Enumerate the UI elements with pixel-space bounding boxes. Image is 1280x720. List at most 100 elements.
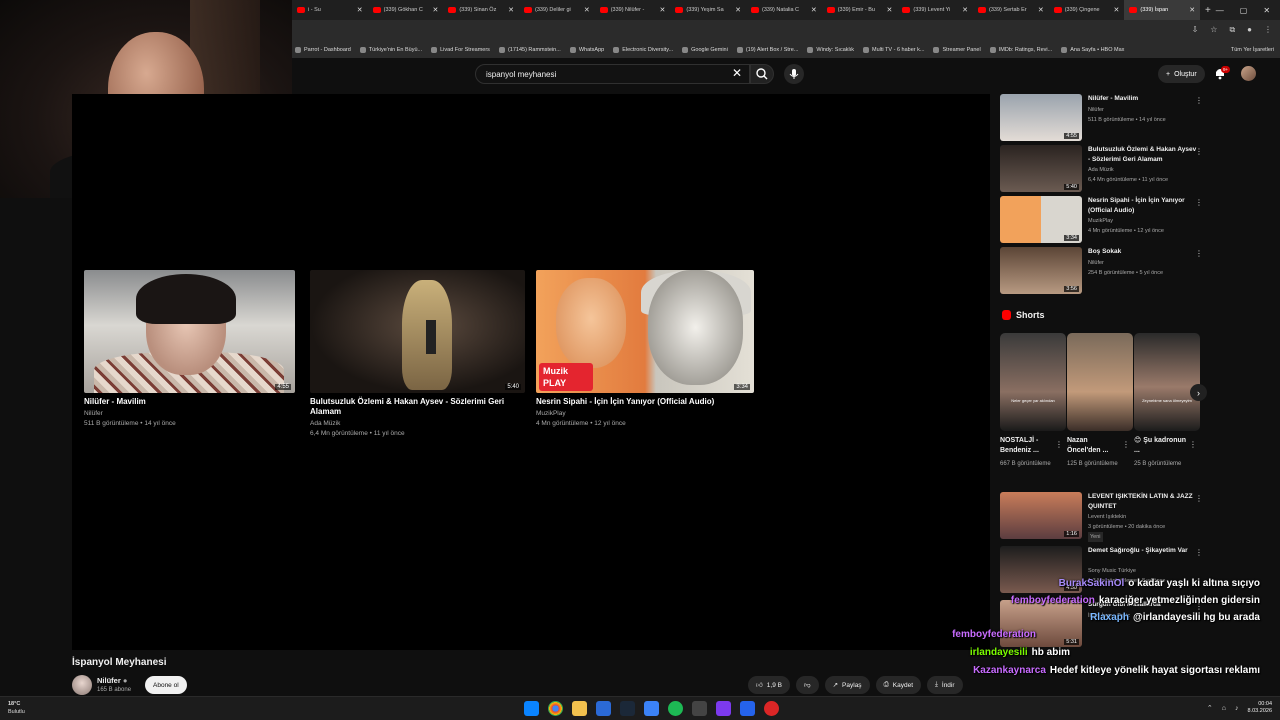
app-icon[interactable]: [716, 701, 731, 716]
maximize-icon[interactable]: ▢: [1240, 6, 1248, 15]
star-icon[interactable]: ☆: [1210, 25, 1217, 35]
recommended-video[interactable]: 3:34 Nesrin Sipahi - İçin İçin Yanıyor (O…: [1000, 196, 1210, 244]
more-options-icon[interactable]: ⋮: [1122, 440, 1130, 449]
channel-name[interactable]: MuzikPlay: [1088, 216, 1113, 226]
search-button[interactable]: [750, 64, 774, 84]
video-title[interactable]: LEVENT IŞIKTEKİN LATIN & JAZZ QUINTET: [1088, 492, 1198, 511]
bookmark-item[interactable]: Windy: Sıcaklık: [807, 47, 854, 53]
browser-tab[interactable]: (339) Emir - Bu ✕: [822, 0, 898, 20]
clear-search-icon[interactable]: ✕: [732, 66, 742, 80]
browser-tab[interactable]: (339) Levent Yi ✕: [897, 0, 973, 20]
account-avatar[interactable]: [1241, 66, 1256, 81]
endcard-thumbnail[interactable]: Muzik PLAY 3:34: [536, 270, 754, 393]
channel-name[interactable]: Sony Music Türkiye: [1088, 566, 1136, 576]
video-thumbnail[interactable]: 3:56: [1000, 247, 1082, 294]
more-options-icon[interactable]: ⋮: [1195, 249, 1203, 258]
more-options-icon[interactable]: ⋮: [1195, 147, 1203, 156]
browser-tab[interactable]: (339) Çingene ✕: [1049, 0, 1125, 20]
video-thumbnail[interactable]: 3:34: [1000, 196, 1082, 243]
chevron-up-icon[interactable]: ⌃: [1207, 704, 1213, 712]
extensions-icon[interactable]: ⧉: [1229, 25, 1235, 35]
recommended-video[interactable]: 4:55 Nilüfer - Mavilim Nilüfer 511 B görünt…: [1000, 94, 1210, 142]
short-title[interactable]: Nazan Öncel'den ...: [1067, 436, 1122, 456]
close-tab-icon[interactable]: ✕: [962, 6, 968, 14]
endcard-title[interactable]: Bulutsuzluk Özlemi & Hakan Aysev - Sözle…: [310, 397, 525, 417]
like-button[interactable]: 👍︎ 1,9 B: [748, 676, 790, 694]
video-thumbnail[interactable]: 1:16: [1000, 492, 1082, 539]
minimize-icon[interactable]: —: [1216, 6, 1224, 15]
app-icon[interactable]: [740, 701, 755, 716]
search-input[interactable]: ispanyol meyhanesi: [475, 64, 750, 84]
more-options-icon[interactable]: ⋮: [1189, 440, 1197, 449]
browser-tab[interactable]: (339) Yeşim Sa ✕: [670, 0, 746, 20]
more-options-icon[interactable]: ⋮: [1195, 96, 1203, 105]
video-title[interactable]: Boş Sokak: [1088, 247, 1198, 257]
video-thumbnail[interactable]: 5:40: [1000, 145, 1082, 192]
endcard-video-2[interactable]: 5:40 Bulutsuzluk Özlemi & Hakan Aysev - …: [310, 270, 525, 439]
browser-tab[interactable]: (339) Natalia C ✕: [746, 0, 822, 20]
clock[interactable]: 00:04 8.03.2026: [1248, 701, 1272, 715]
video-title[interactable]: Nesrin Sipahi - İçin İçin Yanıyor (Offic…: [1088, 196, 1198, 215]
short-title[interactable]: 😊 Şu kadronun ...: [1134, 436, 1189, 456]
new-tab-button[interactable]: +: [1200, 5, 1216, 16]
endcard-video-1[interactable]: 4:55 Nilüfer - Mavilim Nilüfer 511 B gör…: [84, 270, 295, 429]
short-thumbnail[interactable]: Zeynebime sana ölmeyeyim: [1134, 333, 1200, 431]
bookmark-item[interactable]: (19) Alert Box / Stre...: [736, 47, 798, 53]
dislike-button[interactable]: 👎︎: [795, 676, 819, 694]
obs-icon[interactable]: [764, 701, 779, 716]
bookmark-item[interactable]: IMDb: Ratings, Revi...: [989, 47, 1052, 53]
video-player[interactable]: 4:55 Nilüfer - Mavilim Nilüfer 511 B gör…: [72, 94, 990, 650]
browser-tab[interactable]: (339) Deliler gi ✕: [519, 0, 595, 20]
short-thumbnail[interactable]: Neler geçer yar aklından: [1000, 333, 1066, 431]
browser-tab[interactable]: i - Su ✕: [292, 0, 368, 20]
bookmark-item[interactable]: Google Gemini: [682, 47, 728, 53]
start-icon[interactable]: [524, 701, 539, 716]
more-options-icon[interactable]: ⋮: [1195, 494, 1203, 503]
channel-name[interactable]: Nilüfer ●: [97, 676, 127, 685]
endcard-title[interactable]: Nilüfer - Mavilim: [84, 397, 295, 407]
endcard-title[interactable]: Nesrin Sipahi - İçin İçin Yanıyor (Offic…: [536, 397, 754, 407]
share-button[interactable]: ↗ Paylaş: [824, 676, 870, 694]
close-tab-icon[interactable]: ✕: [811, 6, 817, 14]
bookmark-item[interactable]: Parrot - Dashboard: [295, 47, 351, 53]
video-title[interactable]: Demet Sağıroğlu - Şikayetim Var: [1088, 546, 1198, 556]
file-explorer-icon[interactable]: [572, 701, 587, 716]
chrome-icon[interactable]: [548, 701, 563, 716]
video-title[interactable]: Nilüfer - Mavilim: [1088, 94, 1198, 104]
bookmark-item[interactable]: (17145) Rammstein...: [498, 47, 561, 53]
profile-icon[interactable]: ●: [1247, 25, 1252, 35]
more-options-icon[interactable]: ⋮: [1195, 198, 1203, 207]
channel-name[interactable]: Nilüfer: [1088, 258, 1104, 268]
browser-tab[interactable]: (339) İspan ✕: [1124, 0, 1201, 20]
video-thumbnail[interactable]: 4:55: [1000, 94, 1082, 141]
recommended-video[interactable]: 5:40 Bulutsuzluk Özlemi & Hakan Aysev - S…: [1000, 145, 1210, 193]
close-tab-icon[interactable]: ✕: [659, 6, 665, 14]
bookmark-item[interactable]: Livad For Streamers: [431, 47, 490, 53]
more-options-icon[interactable]: ⋮: [1055, 440, 1063, 449]
endcard-thumbnail[interactable]: 4:55: [84, 270, 295, 393]
browser-tab[interactable]: (339) Sertab Er ✕: [973, 0, 1049, 20]
menu-icon[interactable]: ⋮: [1264, 25, 1272, 35]
bookmark-item[interactable]: Türkiye'nin En Büyü...: [359, 47, 422, 53]
close-tab-icon[interactable]: ✕: [584, 6, 590, 14]
browser-tab[interactable]: (339) Nilüfer - ✕: [595, 0, 671, 20]
bookmark-item[interactable]: Ana Sayfa • HBO Max: [1061, 47, 1124, 53]
app-icon[interactable]: [596, 701, 611, 716]
endcard-video-3[interactable]: Muzik PLAY 3:34 Nesrin Sipahi - İçin İçin…: [536, 270, 754, 429]
close-tab-icon[interactable]: ✕: [1189, 6, 1195, 14]
channel-name[interactable]: Nilüfer: [1088, 105, 1104, 115]
volume-icon[interactable]: ♪: [1235, 705, 1239, 712]
close-tab-icon[interactable]: ✕: [508, 6, 514, 14]
bookmark-item[interactable]: Streamer Panel: [933, 47, 981, 53]
install-icon[interactable]: ⇩: [1192, 25, 1199, 35]
close-tab-icon[interactable]: ✕: [357, 6, 363, 14]
weather-widget[interactable]: 18°C Bulutlu: [8, 700, 25, 716]
close-window-icon[interactable]: ✕: [1263, 6, 1270, 15]
close-tab-icon[interactable]: ✕: [735, 6, 741, 14]
spotify-icon[interactable]: [668, 701, 683, 716]
recommended-video[interactable]: 3:56 Boş Sokak Nilüfer 254 B görüntüleme • …: [1000, 247, 1210, 295]
close-tab-icon[interactable]: ✕: [1114, 6, 1120, 14]
app-icon[interactable]: [692, 701, 707, 716]
recommended-video[interactable]: 5:31 Sürgün Gibi Masallarda İlhan İrem - T…: [1000, 600, 1210, 648]
more-options-icon[interactable]: ⋮: [1195, 548, 1203, 557]
